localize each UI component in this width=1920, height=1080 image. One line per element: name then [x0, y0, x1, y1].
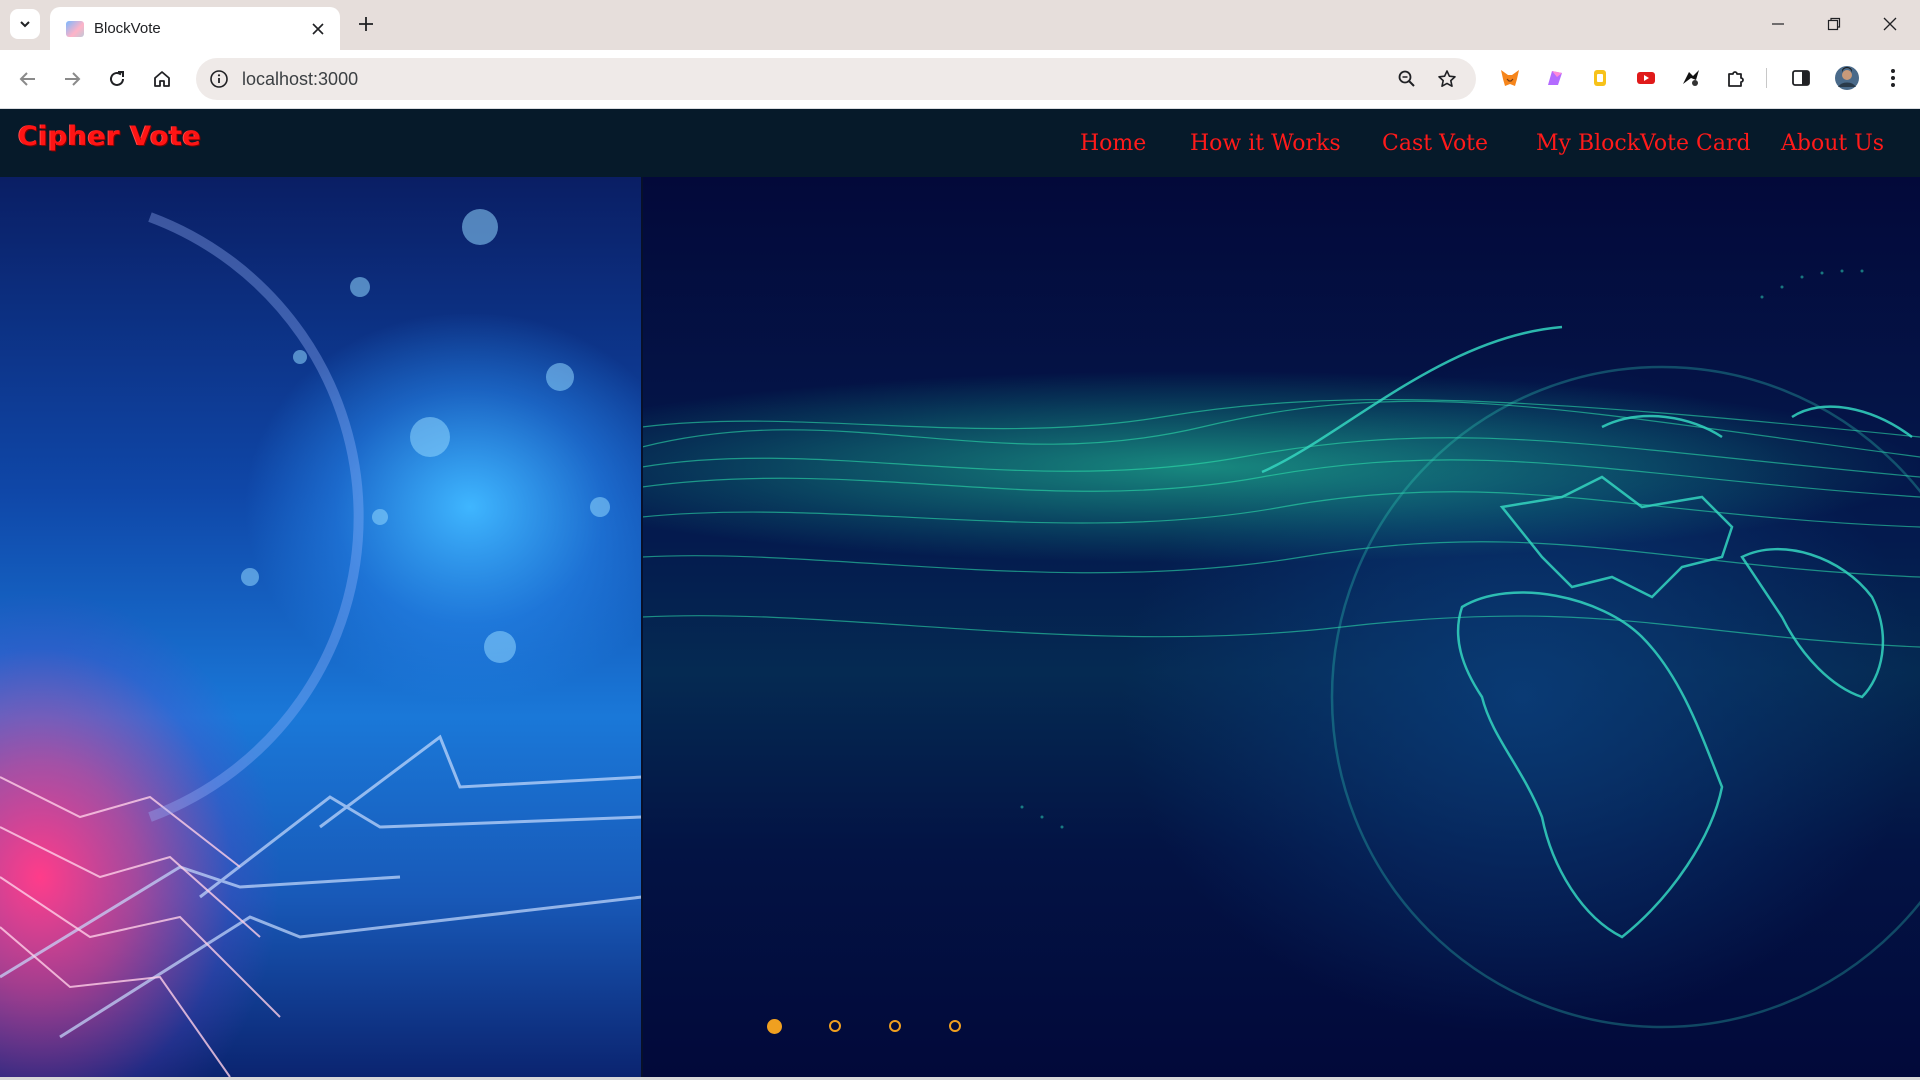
slide-divider [641, 177, 643, 1077]
close-window-button[interactable] [1862, 0, 1918, 48]
tab-close-button[interactable] [306, 17, 330, 41]
nav-link-home[interactable]: Home [1080, 109, 1146, 177]
avatar [1835, 66, 1859, 90]
site-logo[interactable]: Cipher Vote [18, 121, 201, 152]
toolbar-divider [1766, 68, 1767, 88]
metamask-fox-icon [1501, 70, 1519, 86]
nav-link-my-blockvote-card[interactable]: My BlockVote Card [1536, 109, 1751, 177]
home-icon [154, 71, 170, 87]
yellow-extension[interactable] [1587, 65, 1613, 91]
digital-globe-image [642, 269, 1920, 1029]
tab-title: BlockVote [94, 20, 161, 37]
address-bar[interactable]: localhost:3000 [196, 58, 1476, 100]
youtube-icon [1637, 72, 1655, 84]
hero-carousel [0, 177, 1920, 1077]
forward-button[interactable] [56, 63, 88, 95]
youtube-extension[interactable] [1633, 65, 1659, 91]
reload-button[interactable] [101, 63, 133, 95]
purple-extension[interactable] [1542, 65, 1568, 91]
new-tab-button[interactable] [352, 10, 380, 38]
browser-tab[interactable]: BlockVote [50, 7, 340, 50]
zoom-button[interactable] [1394, 66, 1420, 92]
carousel-dot-2[interactable] [829, 1020, 841, 1032]
zoom-icon [1398, 70, 1415, 87]
close-icon [312, 22, 324, 35]
tab-favicon-icon [66, 20, 84, 37]
yellow-extension-icon [1594, 70, 1606, 86]
url-text[interactable]: localhost:3000 [242, 58, 358, 100]
restore-button[interactable] [1806, 0, 1862, 48]
browser-menu-button[interactable] [1880, 65, 1906, 91]
bookmark-button[interactable] [1434, 66, 1460, 92]
browser-toolbar: localhost:3000 [0, 50, 1920, 109]
minimize-icon [1772, 23, 1784, 25]
carousel-dot-4[interactable] [949, 1020, 961, 1032]
side-panel-icon [1792, 70, 1810, 86]
metamask-extension[interactable] [1497, 65, 1523, 91]
circuit-arrows-image [0, 209, 642, 1077]
restore-icon [1827, 17, 1841, 31]
carousel-dot-1[interactable] [767, 1019, 782, 1034]
carousel-dot-3[interactable] [889, 1020, 901, 1032]
back-button[interactable] [12, 63, 44, 95]
close-icon [1883, 17, 1897, 31]
reload-icon [110, 71, 124, 86]
profile-button[interactable] [1834, 65, 1860, 91]
nav-link-how-it-works[interactable]: How it Works [1190, 109, 1341, 177]
star-icon [1438, 70, 1456, 87]
nav-link-about-us[interactable]: About Us [1781, 109, 1884, 177]
chevron-down-icon [20, 21, 30, 28]
site-info-button[interactable] [206, 66, 232, 92]
black-extension-icon [1683, 70, 1699, 86]
kebab-menu-icon [1891, 69, 1895, 87]
black-extension[interactable] [1678, 65, 1704, 91]
extensions-button[interactable] [1723, 65, 1749, 91]
purple-extension-icon [1548, 71, 1562, 85]
tab-strip: BlockVote [0, 0, 1920, 50]
carousel-slide-previous [0, 177, 642, 1077]
back-arrow-icon [19, 72, 35, 86]
carousel-slide-active [642, 177, 1920, 1077]
forward-arrow-icon [65, 72, 81, 86]
tab-search-button[interactable] [10, 9, 40, 39]
info-icon [210, 70, 228, 88]
side-panel-button[interactable] [1788, 65, 1814, 91]
plus-icon [359, 17, 373, 31]
puzzle-icon [1728, 71, 1744, 87]
site-navbar: Cipher Vote Home How it Works Cast Vote … [0, 109, 1920, 177]
nav-link-cast-vote[interactable]: Cast Vote [1382, 109, 1488, 177]
minimize-button[interactable] [1750, 0, 1806, 48]
home-button[interactable] [146, 63, 178, 95]
